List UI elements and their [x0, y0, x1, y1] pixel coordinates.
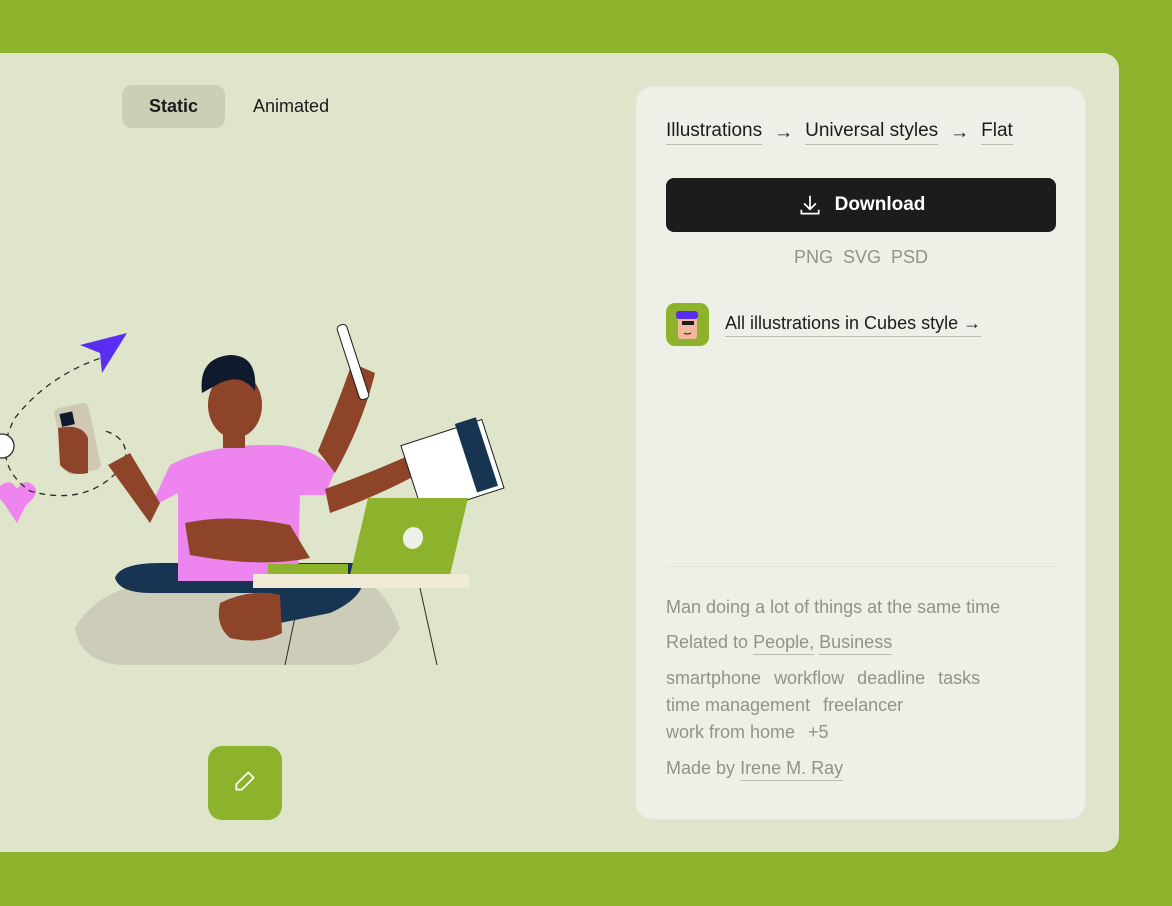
- related-people[interactable]: People,: [753, 632, 815, 655]
- view-mode-tabs: Static Animated: [122, 85, 349, 128]
- divider: [666, 566, 1056, 567]
- edit-button[interactable]: [208, 746, 282, 820]
- cubes-style-avatar: [666, 303, 709, 346]
- tag-item[interactable]: smartphone: [666, 668, 761, 688]
- pencil-icon: [232, 768, 258, 799]
- author-link[interactable]: Irene M. Ray: [740, 758, 844, 781]
- download-label: Download: [834, 194, 926, 215]
- tag-item[interactable]: tasks: [938, 668, 980, 688]
- download-icon: [797, 192, 823, 218]
- tag-item[interactable]: work from home: [666, 722, 795, 742]
- breadcrumb-separator: →: [950, 121, 970, 143]
- illustration-card: Static Animated Illustrations → Universa…: [0, 53, 1119, 852]
- details-panel: Illustrations → Universal styles → Flat …: [635, 86, 1086, 820]
- related-prefix: Related to: [666, 632, 749, 652]
- tag-item[interactable]: deadline: [857, 668, 925, 688]
- style-link[interactable]: All illustrations in Cubes style →: [666, 303, 982, 346]
- format-svg[interactable]: SVG: [843, 247, 881, 268]
- author-line: Made by Irene M. Ray: [666, 758, 1066, 781]
- breadcrumb-flat[interactable]: Flat: [981, 120, 1013, 145]
- format-psd[interactable]: PSD: [891, 247, 928, 268]
- breadcrumb-universal-styles[interactable]: Universal styles: [805, 120, 939, 145]
- tag-item[interactable]: time management: [666, 695, 810, 715]
- tag-list: smartphone workflow deadline tasks time man…: [666, 665, 1066, 746]
- illustration-description: Man doing a lot of things at the same ti…: [666, 597, 1001, 617]
- format-png[interactable]: PNG: [794, 247, 833, 268]
- tag-more[interactable]: +5: [808, 722, 829, 742]
- tab-static[interactable]: Static: [122, 85, 226, 128]
- tab-animated[interactable]: Animated: [233, 85, 349, 128]
- tag-item[interactable]: freelancer: [823, 695, 903, 715]
- illustration-meta: Man doing a lot of things at the same ti…: [666, 597, 1066, 781]
- related-business[interactable]: Business: [819, 632, 893, 655]
- format-options: PNG SVG PSD: [666, 247, 1056, 268]
- related-categories: Related to People, Business: [666, 632, 1066, 655]
- tag-item[interactable]: workflow: [774, 668, 844, 688]
- made-by-prefix: Made by: [666, 758, 736, 778]
- download-button[interactable]: Download: [666, 178, 1056, 232]
- illustration-preview: [0, 323, 505, 666]
- style-link-label: All illustrations in Cubes style →: [725, 313, 982, 337]
- breadcrumb: Illustrations → Universal styles → Flat: [666, 120, 1013, 145]
- breadcrumb-illustrations[interactable]: Illustrations: [666, 120, 763, 145]
- breadcrumb-separator: →: [774, 121, 794, 143]
